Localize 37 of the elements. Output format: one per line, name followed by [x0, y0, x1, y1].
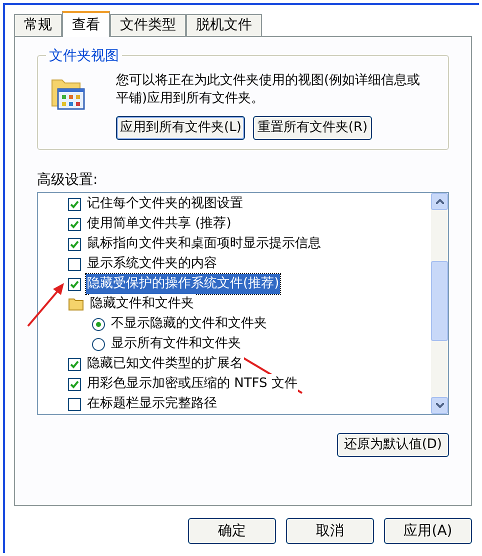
- check-icon: [70, 280, 79, 288]
- scroll-up-button[interactable]: [431, 193, 448, 210]
- checkbox[interactable]: [68, 238, 81, 250]
- description-text: 您可以将正在为此文件夹使用的视图(例如详细信息或平铺)应用到所有文件夹。: [116, 72, 422, 108]
- folder-view-button[interactable]: 重置所有文件夹(R): [253, 116, 372, 140]
- check-icon: [70, 380, 79, 388]
- radio-button[interactable]: [92, 318, 105, 330]
- setting-label: 隐藏受保护的操作系统文件(推荐): [86, 274, 280, 294]
- setting-label: 显示系统文件夹的内容: [86, 254, 218, 274]
- check-icon: [70, 360, 79, 368]
- check-icon: [70, 220, 79, 228]
- tab[interactable]: 查看: [62, 11, 110, 37]
- scroll-thumb[interactable]: [431, 261, 448, 341]
- setting-label: 用彩色显示加密或压缩的 NTFS 文件: [86, 374, 298, 394]
- scroll-down-button[interactable]: [431, 397, 448, 414]
- dialog-button[interactable]: 取消: [286, 518, 374, 544]
- scrollbar[interactable]: [431, 193, 448, 414]
- checkbox[interactable]: [68, 378, 81, 390]
- checkbox[interactable]: [68, 198, 81, 210]
- checkbox[interactable]: [68, 358, 81, 370]
- tab[interactable]: 脱机文件: [186, 14, 262, 36]
- checkbox[interactable]: [68, 218, 81, 230]
- tab[interactable]: 文件类型: [110, 14, 186, 36]
- folder-view-button[interactable]: 应用到所有文件夹(L): [116, 116, 246, 140]
- folder-icon: [68, 297, 84, 311]
- check-icon: [70, 240, 79, 248]
- dialog-button[interactable]: 应用(A): [384, 518, 472, 544]
- tab[interactable]: 常规: [14, 14, 62, 36]
- check-icon: [70, 200, 79, 208]
- setting-label: 显示所有文件和文件夹: [110, 334, 242, 354]
- dialog-button[interactable]: 确定: [188, 518, 276, 544]
- restore-defaults-button[interactable]: 还原为默认值(D): [336, 433, 449, 457]
- advanced-settings-label: 高级设置:: [37, 172, 99, 188]
- checkbox[interactable]: [68, 258, 81, 270]
- radio-button[interactable]: [92, 338, 105, 350]
- checkbox[interactable]: [68, 398, 81, 410]
- checkbox[interactable]: [68, 278, 81, 290]
